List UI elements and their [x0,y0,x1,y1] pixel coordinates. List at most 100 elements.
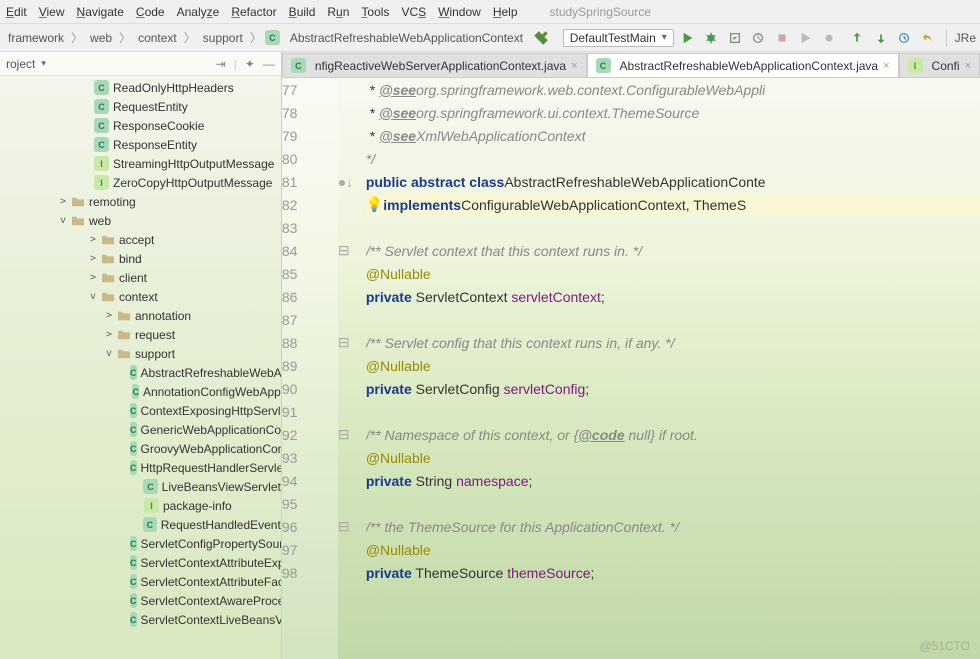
tree-label: HttpRequestHandlerServle [141,461,282,475]
tree-label: bind [119,252,142,266]
class-icon: C [130,555,137,570]
code-area[interactable]: 7778798081828384858687888990919293949596… [282,78,980,659]
gear-icon[interactable]: ✦ [245,57,255,71]
expand-icon[interactable]: > [56,196,70,207]
tree-item[interactable]: >annotation [0,306,281,325]
line-gutter[interactable]: 7778798081828384858687888990919293949596… [282,78,338,659]
tree-item[interactable]: >client [0,268,281,287]
expand-icon[interactable]: > [102,310,116,321]
history-button[interactable] [894,27,914,49]
tree-item[interactable]: CLiveBeansViewServlet [0,477,281,496]
bc-0[interactable]: framework [4,31,68,45]
tree-item[interactable]: CServletContextAttributeExp [0,553,281,572]
class-icon: C [130,403,137,418]
breadcrumb[interactable]: framework〉 web〉 context〉 support〉 C Abst… [4,29,527,46]
expand-icon[interactable]: > [102,329,116,340]
menu-analyze[interactable]: Analyze [177,5,220,19]
editor-tab[interactable]: CAbstractRefreshableWebApplicationContex… [587,53,899,77]
bug2-icon[interactable] [820,27,840,49]
tree-label: context [119,290,158,304]
attach-button[interactable] [796,27,816,49]
tree-item[interactable]: CServletContextLiveBeansVi [0,610,281,629]
tree-item[interactable]: CAbstractRefreshableWebA [0,363,281,382]
bc-4[interactable]: AbstractRefreshableWebApplicationContext [286,31,527,45]
tree-item[interactable]: CGroovyWebApplicationCon [0,439,281,458]
bulb-icon[interactable]: 💡 [366,196,383,213]
tree-item[interactable]: CServletContextAwareProce [0,591,281,610]
commit-button[interactable] [871,27,891,49]
tree-item[interactable]: vweb [0,211,281,230]
tree-item[interactable]: v context [0,287,281,306]
expand-icon[interactable]: v [102,348,116,359]
tree-item[interactable]: CAnnotationConfigWebApp [0,382,281,401]
menu-edit[interactable]: Edit [6,5,27,19]
tree-item[interactable]: CGenericWebApplicationCo [0,420,281,439]
menu-vcs[interactable]: VCS [401,5,426,19]
build-icon[interactable] [531,27,551,49]
menu-tools[interactable]: Tools [361,5,389,19]
collapse-icon[interactable]: ⇥ [216,57,226,71]
watermark: @51CTO [919,639,970,653]
menu-refactor[interactable]: Refactor [231,5,276,19]
tree-label: GroovyWebApplicationCon [141,442,282,456]
expand-icon[interactable]: v [56,215,70,226]
expand-icon[interactable]: > [86,253,100,264]
tree-item[interactable]: IStreamingHttpOutputMessage [0,154,281,173]
menu-window[interactable]: Window [438,5,481,19]
menu-code[interactable]: Code [136,5,165,19]
tree-item[interactable]: Ipackage-info [0,496,281,515]
tree-item[interactable]: CContextExposingHttpServle [0,401,281,420]
tree-item[interactable]: vsupport [0,344,281,363]
tree-item[interactable]: >remoting [0,192,281,211]
menu-navigate[interactable]: Navigate [77,5,124,19]
class-icon: C [130,536,137,551]
editor-tab[interactable]: CnfigReactiveWebServerApplicationContext… [282,53,587,77]
editor-tab[interactable]: IConfi× [899,53,980,77]
revert-button[interactable] [918,27,938,49]
hide-icon[interactable]: — [263,57,275,71]
tree-item[interactable]: CReadOnlyHttpHeaders [0,78,281,97]
tree-item[interactable]: CResponseEntity [0,135,281,154]
sidebar-view-dropdown[interactable]: ▾ [41,58,46,69]
tree-item[interactable]: >accept [0,230,281,249]
run-config-selector[interactable]: DefaultTestMain ▾ [563,29,674,47]
sidebar-header[interactable]: roject ▾ ⇥ | ✦ — [0,52,281,76]
expand-icon[interactable]: > [86,272,100,283]
bc-3[interactable]: support [199,31,247,45]
coverage-button[interactable] [725,27,745,49]
class-icon: C [94,118,109,133]
bc-2[interactable]: context [134,31,181,45]
tree-item[interactable]: > bind [0,249,281,268]
profile-button[interactable] [749,27,769,49]
expand-icon[interactable]: v [86,291,100,302]
tree-item[interactable]: CRequestHandledEvent [0,515,281,534]
menu-build[interactable]: Build [289,5,316,19]
menu-run[interactable]: Run [327,5,349,19]
bc-1[interactable]: web [86,31,116,45]
folder-icon [116,327,131,342]
fold-gutter[interactable]: ●↓⊟⊟⊟⊟ [338,78,366,659]
project-tree[interactable]: CReadOnlyHttpHeadersCRequestEntityCRespo… [0,76,281,631]
code-content[interactable]: * @see org.springframework.web.context.C… [366,78,980,659]
close-icon[interactable]: × [571,60,577,72]
tree-item[interactable]: CRequestEntity [0,97,281,116]
tree-label: package-info [163,499,232,513]
menu-help[interactable]: Help [493,5,518,19]
debug-button[interactable] [701,27,721,49]
tree-item[interactable]: IZeroCopyHttpOutputMessage [0,173,281,192]
tree-item[interactable]: CServletConfigPropertySour [0,534,281,553]
class-icon: C [130,593,137,608]
class-icon: C [130,365,137,380]
tree-item[interactable]: CHttpRequestHandlerServle [0,458,281,477]
close-icon[interactable]: × [883,60,889,72]
menu-view[interactable]: View [39,5,65,19]
update-button[interactable] [847,27,867,49]
run-button[interactable] [678,27,698,49]
tree-item[interactable]: >request [0,325,281,344]
toolbar-right-text[interactable]: JRe [955,31,976,45]
stop-button[interactable] [772,27,792,49]
close-icon[interactable]: × [965,60,971,72]
expand-icon[interactable]: > [86,234,100,245]
tree-item[interactable]: CServletContextAttributeFac [0,572,281,591]
tree-item[interactable]: CResponseCookie [0,116,281,135]
